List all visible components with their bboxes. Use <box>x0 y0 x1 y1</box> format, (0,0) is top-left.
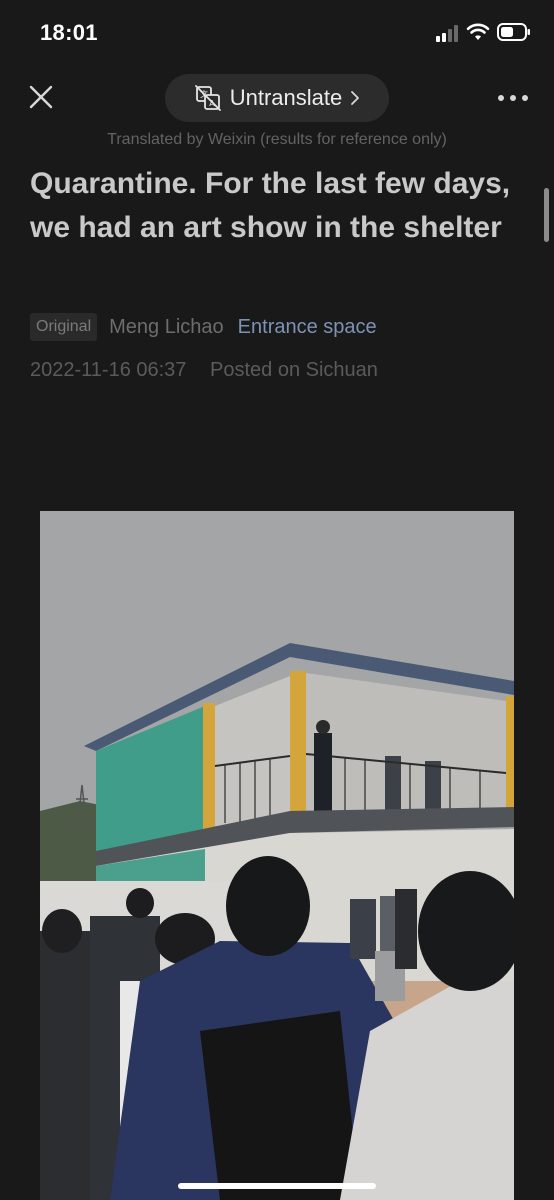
untranslate-button[interactable]: 文 A Untranslate <box>165 74 389 122</box>
account-link[interactable]: Entrance space <box>238 316 377 339</box>
more-icon[interactable] <box>496 88 530 108</box>
article-screen: 18:01 文 A Untranslate <box>0 0 554 1200</box>
publish-date: 2022-11-16 06:37 <box>30 359 187 381</box>
publish-location: Posted on Sichuan <box>210 359 378 381</box>
article-photo[interactable] <box>40 511 514 1200</box>
wifi-icon <box>466 23 490 40</box>
scrollbar[interactable] <box>544 188 549 242</box>
untranslate-label: Untranslate <box>229 85 343 110</box>
translate-icon: 文 A <box>194 85 221 111</box>
article-meta: Original Meng Lichao Entrance space <box>30 313 377 341</box>
original-badge: Original <box>30 313 98 341</box>
photo-illustration <box>40 511 514 1200</box>
close-icon[interactable] <box>26 82 56 112</box>
status-bar: 18:01 <box>0 0 554 66</box>
author-name: Meng Lichao <box>109 315 224 338</box>
chevron-right-icon <box>351 91 360 105</box>
publish-info: 2022-11-16 06:37 Posted on Sichuan <box>30 359 396 382</box>
battery-icon <box>497 23 530 41</box>
signal-icon <box>436 25 458 42</box>
article-title: Quarantine. For the last few days, we ha… <box>30 167 511 244</box>
home-indicator[interactable] <box>178 1183 376 1189</box>
status-time: 18:01 <box>40 20 98 45</box>
translation-note: Translated by Weixin (results for refere… <box>107 131 447 148</box>
